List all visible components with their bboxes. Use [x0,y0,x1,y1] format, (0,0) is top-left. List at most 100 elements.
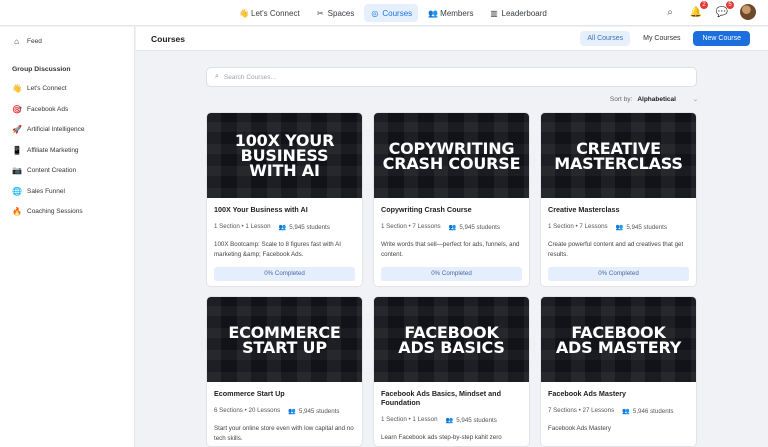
sidebar-item-label: Let's Connect [27,85,67,93]
course-students: 5,945 students [459,223,500,231]
message-badge: 5 [726,1,734,9]
sidebar-item-facebook-ads[interactable]: 🎯 Facebook Ads [0,99,134,120]
primary-tabs: 👋 Let's Connect ✂ Spaces ◎ Courses 👥 Members ▥ Le… [233,4,553,22]
course-card[interactable]: 100X YOUR BUSINESS WITH AI 100X Your Busi… [206,112,363,287]
course-card-body: 100X Your Business with AI 1 Section • 1 … [207,198,362,286]
course-card[interactable]: FACEBOOK ADS MASTERY Facebook Ads Mastery… [540,296,697,447]
course-sections: 6 Sections [214,407,243,414]
members-icon: 👥 [428,8,439,18]
top-right-actions: ⌕ 🔔 2 💬 5 [662,1,756,20]
course-title: Facebook Ads Basics, Mindset and Foundat… [381,389,501,407]
course-lessons: 7 Lessons [579,223,608,230]
students-icon: 👥 [278,224,287,231]
course-thumbnail: COPYWRITING CRASH COURSE [374,113,529,198]
course-thumbnail-text: ECOMMERCE START UP [228,322,341,357]
course-description: Facebook Ads Mastery [548,425,611,432]
sidebar: ⌂ Feed Group Discussion 👋 Let's Connect 🎯 F… [0,27,135,447]
tab-let-s-connect[interactable]: 👋 Let's Connect [233,4,306,22]
tab-label: Let's Connect [251,8,300,18]
course-thumbnail-text: COPYWRITING CRASH COURSE [382,138,521,173]
courses-icon: ◎ [371,8,379,18]
students-icon: 👥 [615,224,624,231]
notification-badge: 2 [700,1,708,9]
tab-members[interactable]: 👥 Members [422,4,479,22]
sort-control[interactable]: Sort by: Alphabetical ⌄ [610,96,698,103]
camera-icon: 📷 [12,166,22,176]
course-filter-buttons: All Courses My Courses New Course [580,31,750,46]
course-thumbnail: 100X YOUR BUSINESS WITH AI [207,113,362,198]
course-lessons: 20 Lessons [248,407,281,414]
course-description: Write words that sell—perfect for ads, f… [381,241,520,258]
leaderboard-icon: ▥ [490,8,498,18]
phone-icon: 📱 [12,145,22,155]
search-icon[interactable]: ⌕ [662,4,678,20]
course-thumbnail-text: 100X YOUR BUSINESS WITH AI [234,131,335,180]
course-card[interactable]: COPYWRITING CRASH COURSE Copywriting Cras… [373,112,530,287]
sidebar-item-sales-funnel[interactable]: 🌐 Sales Funnel [0,181,134,202]
course-sections: 1 Section [381,223,407,230]
search-bar: ⌕ [206,67,697,87]
notification-bell-icon[interactable]: 🔔 2 [688,1,708,20]
course-card[interactable]: ECOMMERCE START UP Ecommerce Start Up 6 Se… [206,296,363,447]
course-progress: 0% Completed [381,267,522,281]
my-courses-button[interactable]: My Courses [636,31,687,46]
course-progress-label: 0% Completed [431,270,472,277]
sidebar-item-coaching-sessions[interactable]: 🔥 Coaching Sessions [0,202,134,223]
students-icon: 👥 [445,417,454,424]
course-sections: 1 Section [381,416,407,423]
course-progress: 0% Completed [548,267,689,281]
course-card[interactable]: FACEBOOK ADS BASICS Facebook Ads Basics, … [373,296,530,447]
course-description: Create powerful content and ad creatives… [548,241,684,258]
course-thumbnail: CREATIVE MASTERCLASS [541,113,696,198]
course-card[interactable]: CREATIVE MASTERCLASS Creative Masterclass… [540,112,697,287]
sort-label: Sort by: [609,96,633,103]
sidebar-item-affiliate-marketing[interactable]: 📱 Affiliate Marketing [0,140,134,161]
course-progress: 0% Completed [214,267,355,281]
sidebar-item-artificial-intelligence[interactable]: 🚀 Artificial Intelligence [0,120,134,141]
course-students: 5,945 students [289,223,330,231]
tab-label: Spaces [327,8,355,18]
search-icon: ⌕ [215,73,219,80]
course-progress-label: 0% Completed [264,270,305,277]
sidebar-group-heading: Group Discussion [12,65,71,73]
all-courses-button[interactable]: All Courses [580,31,631,46]
messages-icon[interactable]: 💬 5 [714,1,734,20]
sidebar-item-label: Feed [27,37,42,45]
course-meta: 1 Section • 1 Lesson 👥 5,945 students [214,223,330,231]
course-students: 5,945 students [456,416,497,424]
sidebar-item-feed[interactable]: ⌂ Feed [0,31,134,52]
sidebar-item-label: Sales Funnel [27,187,65,195]
sidebar-item-label: Content Creation [27,167,77,175]
students-icon: 👥 [622,408,630,415]
course-thumbnail-text: CREATIVE MASTERCLASS [554,138,683,173]
course-meta: 1 Section • 7 Lessons 👥 5,945 students [381,223,500,231]
course-sections: 7 Sections [548,407,577,414]
course-description: Learn Facebook ads step-by-step kahit ze… [381,434,502,441]
course-meta: 7 Sections • 27 Lessons 👥 5,946 students [548,407,674,415]
students-icon: 👥 [288,408,296,415]
top-navigation-bar: 👋 Let's Connect ✂ Spaces ◎ Courses 👥 Members ▥ Le… [0,0,768,26]
tab-courses[interactable]: ◎ Courses [364,4,419,22]
course-title: 100X Your Business with AI [214,205,308,214]
course-lessons: 7 Lessons [412,223,441,230]
course-card-body: Ecommerce Start Up 6 Sections • 20 Lesson… [207,382,362,446]
waving-hand-icon: 👋 [239,8,249,18]
course-thumbnail: FACEBOOK ADS BASICS [374,297,529,382]
chevron-down-icon: ⌄ [692,97,698,103]
search-input[interactable] [223,73,664,81]
course-description: Start your online store even with low ca… [214,425,354,442]
spaces-icon: ✂ [316,8,324,18]
rocket-icon: 🚀 [12,125,22,135]
sidebar-item-content-creation[interactable]: 📷 Content Creation [0,161,134,182]
course-card-body: Facebook Ads Mastery 7 Sections • 27 Less… [541,382,696,446]
course-sections: 1 Section [548,223,574,230]
tab-spaces[interactable]: ✂ Spaces [310,4,361,22]
tab-leaderboard[interactable]: ▥ Leaderboard [484,4,553,22]
course-lessons: 27 Lessons [582,407,615,414]
new-course-button[interactable]: New Course [693,31,750,46]
sidebar-item-let-s-connect[interactable]: 👋 Let's Connect [0,79,134,100]
user-avatar[interactable] [740,4,756,20]
course-title: Ecommerce Start Up [214,389,285,398]
tab-label: Leaderboard [501,8,547,18]
course-card-body: Facebook Ads Basics, Mindset and Foundat… [374,382,529,446]
